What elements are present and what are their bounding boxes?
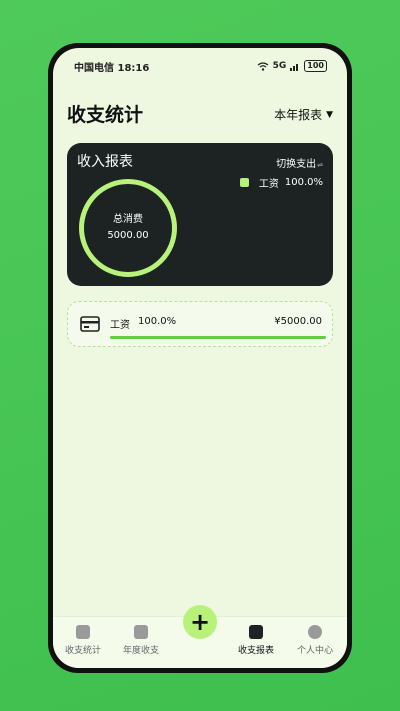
switch-label: 切换支出 — [276, 159, 317, 170]
wallet-icon — [134, 625, 148, 639]
report-icon — [249, 625, 263, 639]
card-icon — [80, 316, 100, 332]
caret-down-icon: ▼ — [326, 109, 333, 120]
legend-percent: 100.0% — [284, 177, 323, 188]
period-dropdown[interactable]: 本年报表 ▼ — [274, 106, 333, 123]
status-bar: 中国电信 18:16 5G 100 — [53, 48, 347, 84]
period-label: 本年报表 — [274, 108, 323, 122]
add-record-button[interactable]: + — [183, 605, 217, 639]
report-title: 收入报表 — [77, 154, 133, 170]
tab-yearly[interactable]: 年度收支 — [113, 625, 169, 656]
chart-legend: 工资 100.0% — [239, 175, 323, 190]
item-name: 工资 — [110, 320, 130, 331]
income-report-card: 收入报表 切换支出⇌ 工资 100.0% 总消费 5000.00 — [67, 143, 333, 286]
app-screen: 中国电信 18:16 5G 100 收支统计 本年报表 ▼ 收入报表 切换支出⇌… — [53, 48, 347, 668]
legend-name: 工资 — [258, 179, 279, 190]
item-progress-fill — [110, 336, 326, 339]
item-progress-track — [110, 336, 326, 339]
donut-chart: 总消费 5000.00 — [79, 179, 177, 277]
tab-report[interactable]: 收支报表 — [228, 625, 284, 656]
network-label: 5G — [272, 61, 287, 71]
tab-label: 年度收支 — [122, 646, 159, 656]
tab-label: 收支统计 — [64, 646, 101, 656]
ledger-icon — [76, 625, 90, 639]
signal-icon — [290, 63, 299, 71]
tab-label: 个人中心 — [296, 646, 333, 656]
switch-expense-button[interactable]: 切换支出⇌ — [276, 155, 323, 170]
tab-income-stats[interactable]: 收支统计 — [55, 625, 111, 656]
status-icons: 5G 100 — [257, 60, 327, 72]
donut-center-value: 5000.00 — [107, 230, 149, 241]
user-icon — [308, 625, 322, 639]
swap-icon: ⇌ — [317, 161, 323, 169]
item-percent: 100.0% — [138, 316, 177, 327]
carrier-time: 中国电信 18:16 — [74, 62, 150, 74]
wifi-icon — [257, 61, 269, 71]
tab-label: 收支报表 — [237, 646, 274, 656]
item-amount: ¥5000.00 — [274, 316, 322, 327]
tab-profile[interactable]: 个人中心 — [287, 625, 343, 656]
page-title: 收支统计 — [67, 104, 144, 126]
list-item[interactable]: 工资 100.0% ¥5000.00 — [67, 301, 333, 347]
legend-swatch — [239, 178, 249, 187]
donut-center-label: 总消费 — [113, 214, 143, 225]
battery-icon: 100 — [304, 60, 327, 72]
phone-frame: 中国电信 18:16 5G 100 收支统计 本年报表 ▼ 收入报表 切换支出⇌… — [48, 43, 352, 673]
